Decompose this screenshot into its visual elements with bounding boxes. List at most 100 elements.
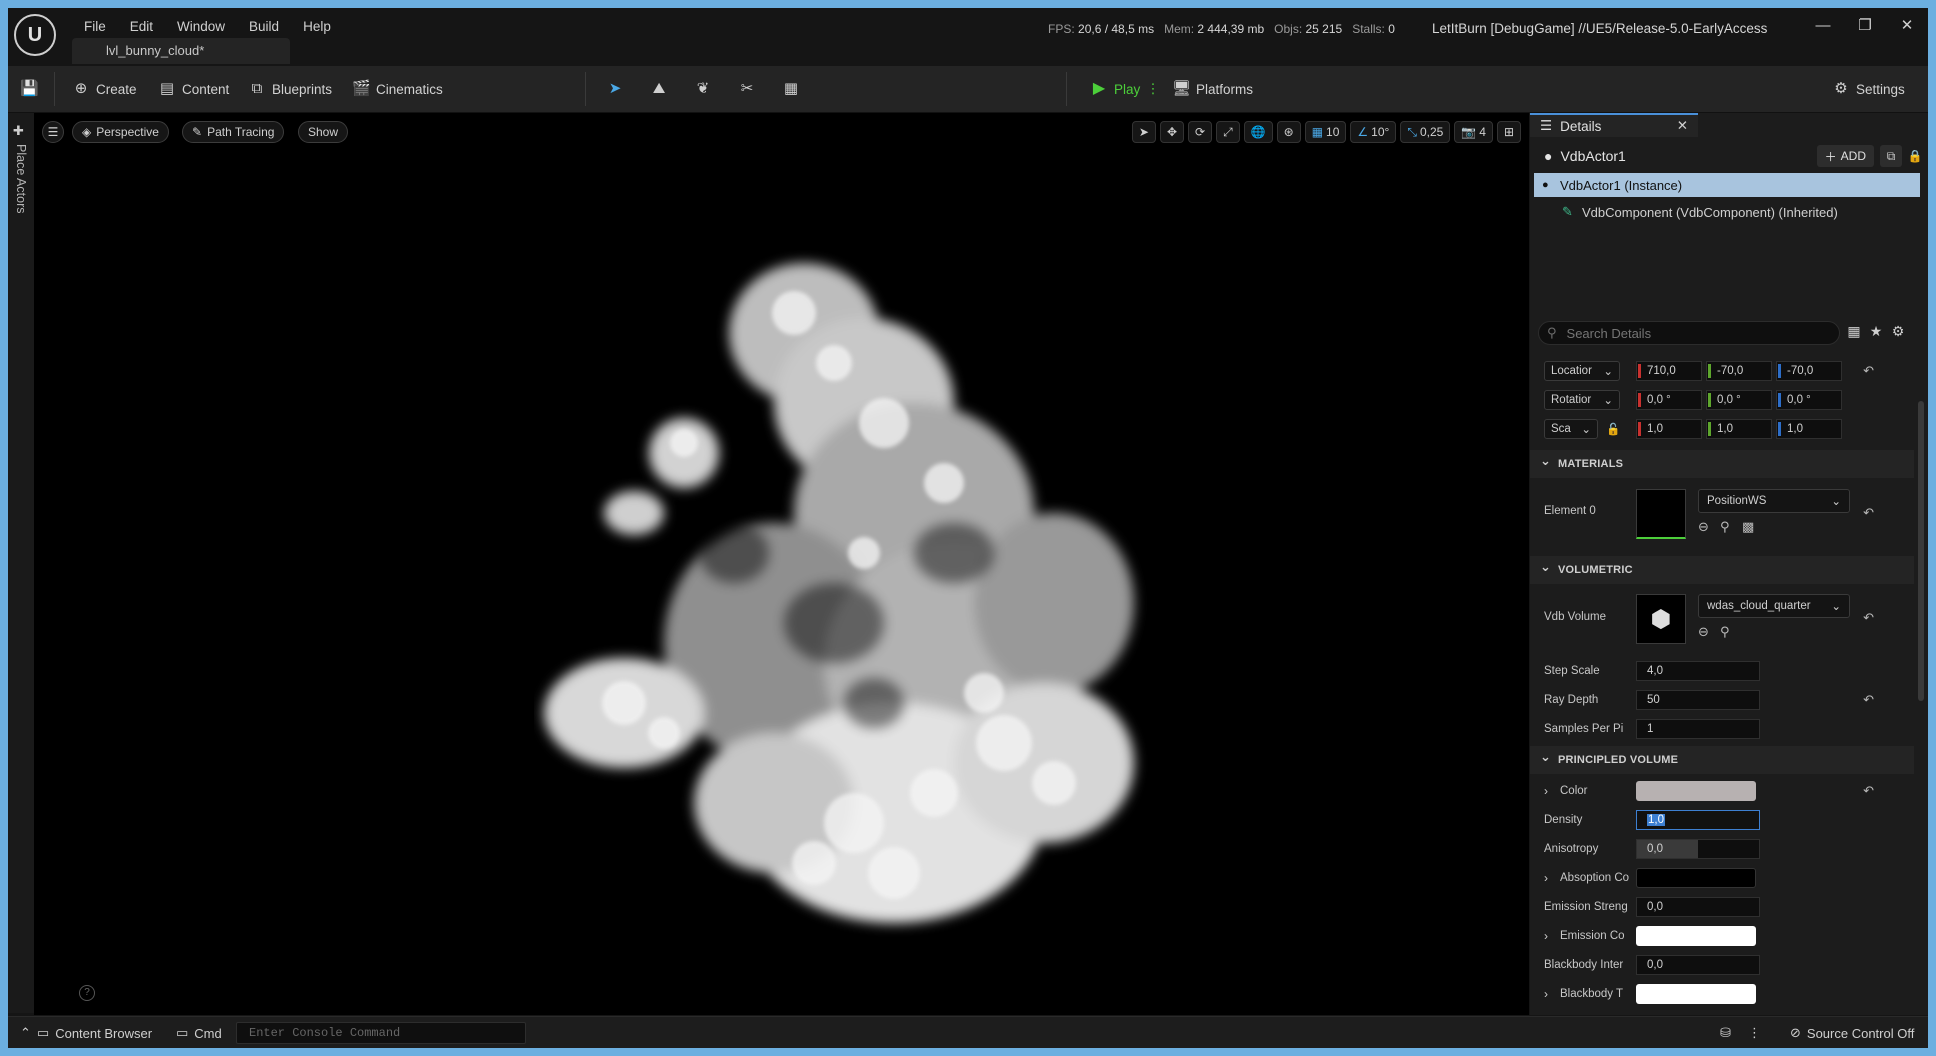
menu-help[interactable]: Help <box>291 18 343 36</box>
emission-strength-field[interactable]: 0,0 <box>1636 897 1760 917</box>
blueprints-button[interactable]: ⧉ Blueprints <box>248 66 332 112</box>
blackbody-intensity-field[interactable]: 0,0 <box>1636 955 1760 975</box>
rotation-z-field[interactable]: 0,0 ° <box>1776 390 1842 410</box>
favorites-icon[interactable]: ★ <box>1866 323 1886 340</box>
component-instance-row[interactable]: VdbActor1 (Instance) <box>1534 173 1920 197</box>
reset-vdb-icon[interactable]: ↶ <box>1863 610 1874 626</box>
component-vdb-row[interactable]: VdbComponent (VdbComponent) (Inherited) <box>1534 197 1920 227</box>
cinematics-button[interactable]: 🎬 Cinematics <box>352 66 443 112</box>
landscape-mode-button[interactable]: ⛰ <box>650 66 668 112</box>
samples-field[interactable]: 1 <box>1636 719 1760 739</box>
level-viewport[interactable]: ☰ ◈ Perspective ✎ Path Tracing Show ➤ ✥ ⟳ … <box>34 113 1529 1015</box>
use-selected-icon[interactable]: ⊖ <box>1698 519 1709 535</box>
surface-snap-button[interactable]: ⊛ <box>1276 121 1301 143</box>
save-button[interactable]: 💾 <box>20 66 39 112</box>
checker-icon[interactable]: ▩ <box>1742 519 1754 535</box>
rotation-dropdown[interactable]: Rotatior ⌄ <box>1544 390 1620 410</box>
color-swatch[interactable] <box>1636 781 1756 801</box>
menu-edit[interactable]: Edit <box>118 18 165 36</box>
use-selected-icon[interactable]: ⊖ <box>1698 624 1709 640</box>
settings-button[interactable]: ⚙ Settings <box>1832 66 1905 112</box>
settings-icon[interactable]: ⚙ <box>1888 323 1908 340</box>
material-dropdown[interactable]: PositionWS ⌄ <box>1698 489 1850 513</box>
principled-volume-section-header[interactable]: PRINCIPLED VOLUME <box>1530 746 1914 774</box>
details-tab[interactable]: ☰ Details ✕ <box>1530 113 1698 137</box>
layout-button[interactable]: ⊞ <box>1496 121 1521 143</box>
notifications-button[interactable]: ⋮ <box>1748 1017 1761 1048</box>
rotate-tool-button[interactable]: ⟳ <box>1188 121 1213 143</box>
help-icon[interactable]: ? <box>79 985 95 1001</box>
close-icon[interactable]: ✕ <box>1886 14 1928 38</box>
viewport-menu-button[interactable]: ☰ <box>42 121 64 143</box>
lock-scale-icon[interactable]: 🔓 <box>1606 422 1620 436</box>
details-scrollbar[interactable] <box>1918 401 1924 701</box>
browse-icon[interactable]: ⚲ <box>1720 519 1730 535</box>
reset-ray-depth-icon[interactable]: ↶ <box>1863 692 1874 708</box>
play-button[interactable]: ▶ Play ⋮ <box>1090 66 1160 112</box>
scale-tool-button[interactable]: ⤢ <box>1216 121 1240 143</box>
anisotropy-slider[interactable]: 0,0 <box>1636 839 1760 859</box>
ray-depth-field[interactable]: 50 <box>1636 690 1760 710</box>
rotation-x-field[interactable]: 0,0 ° <box>1636 390 1702 410</box>
select-mode-button[interactable]: ➤ <box>606 66 624 112</box>
select-tool-button[interactable]: ➤ <box>1131 121 1156 143</box>
step-scale-field[interactable]: 4,0 <box>1636 661 1760 681</box>
scale-dropdown[interactable]: Sca ⌄ <box>1544 419 1598 439</box>
materials-section-header[interactable]: MATERIALS <box>1530 450 1914 478</box>
source-control-button[interactable]: ⊘ Source Control Off <box>1790 1017 1914 1048</box>
close-tab-icon[interactable]: ✕ <box>1677 118 1688 134</box>
scale-y-field[interactable]: 1,0 <box>1706 419 1772 439</box>
reset-material-icon[interactable]: ↶ <box>1863 505 1874 521</box>
browse-icon[interactable]: ⚲ <box>1720 624 1730 640</box>
expand-blackbody-icon[interactable]: › <box>1544 987 1548 1001</box>
location-y-field[interactable]: -70,0 <box>1706 361 1772 381</box>
add-component-button[interactable]: ＋ ADD <box>1816 145 1874 167</box>
grid-snap-button[interactable]: ▦ 10 <box>1304 121 1347 143</box>
density-field[interactable]: 1,0 <box>1636 810 1760 830</box>
camera-speed-button[interactable]: 📷 4 <box>1454 121 1493 143</box>
material-thumbnail[interactable] <box>1636 489 1686 539</box>
emission-color-swatch[interactable] <box>1636 926 1756 946</box>
create-button[interactable]: ⊕ Create <box>72 66 137 112</box>
vdb-thumbnail[interactable]: ⬢ <box>1636 594 1686 644</box>
level-tab[interactable]: lvl_bunny_cloud* <box>72 38 290 64</box>
volumetric-section-header[interactable]: VOLUMETRIC <box>1530 556 1914 584</box>
place-actors-icon[interactable]: ✚ <box>13 123 24 139</box>
world-space-button[interactable]: 🌐 <box>1243 121 1273 143</box>
table-view-icon[interactable]: ▦ <box>1844 323 1864 340</box>
reset-location-icon[interactable]: ↶ <box>1863 363 1874 379</box>
blackbody-temp-swatch[interactable] <box>1636 984 1756 1004</box>
show-button[interactable]: Show <box>298 121 349 143</box>
cmd-button[interactable]: ▭ Cmd <box>176 1017 222 1048</box>
content-browser-button[interactable]: ⌃ ▭ Content Browser <box>20 1017 152 1048</box>
location-z-field[interactable]: -70,0 <box>1776 361 1842 381</box>
absorption-swatch[interactable] <box>1636 868 1756 888</box>
console-input[interactable] <box>247 1025 521 1041</box>
menu-window[interactable]: Window <box>165 18 237 36</box>
lock-button[interactable]: 🔒 <box>1904 145 1926 167</box>
vdb-asset-dropdown[interactable]: wdas_cloud_quarter ⌄ <box>1698 594 1850 618</box>
menu-file[interactable]: File <box>72 18 118 36</box>
search-details-field[interactable]: ⚲ <box>1538 321 1840 345</box>
perspective-button[interactable]: ◈ Perspective <box>72 121 169 143</box>
place-actors-tab[interactable]: Place Actors <box>14 144 28 213</box>
unreal-logo-icon[interactable]: U <box>14 14 56 56</box>
fracture-mode-button[interactable]: ▦ <box>782 66 800 112</box>
content-button[interactable]: ▤ Content <box>158 66 229 112</box>
blueprint-button[interactable]: ⧉ <box>1880 145 1902 167</box>
scale-x-field[interactable]: 1,0 <box>1636 419 1702 439</box>
location-dropdown[interactable]: Locatior ⌄ <box>1544 361 1620 381</box>
expand-emission-color-icon[interactable]: › <box>1544 929 1548 943</box>
minimize-icon[interactable]: — <box>1802 14 1844 38</box>
derived-data-button[interactable]: ⛁ <box>1720 1017 1731 1048</box>
translate-tool-button[interactable]: ✥ <box>1159 121 1185 143</box>
path-tracing-button[interactable]: ✎ Path Tracing <box>182 121 285 143</box>
console-field[interactable] <box>236 1022 526 1044</box>
search-details-input[interactable] <box>1564 324 1819 342</box>
expand-absorption-icon[interactable]: › <box>1544 871 1548 885</box>
reset-color-icon[interactable]: ↶ <box>1863 783 1874 799</box>
restore-icon[interactable]: ❐ <box>1844 14 1886 38</box>
foliage-mode-button[interactable]: ❦ <box>694 66 712 112</box>
expand-color-icon[interactable]: › <box>1544 784 1548 798</box>
play-options-icon[interactable]: ⋮ <box>1146 81 1160 97</box>
